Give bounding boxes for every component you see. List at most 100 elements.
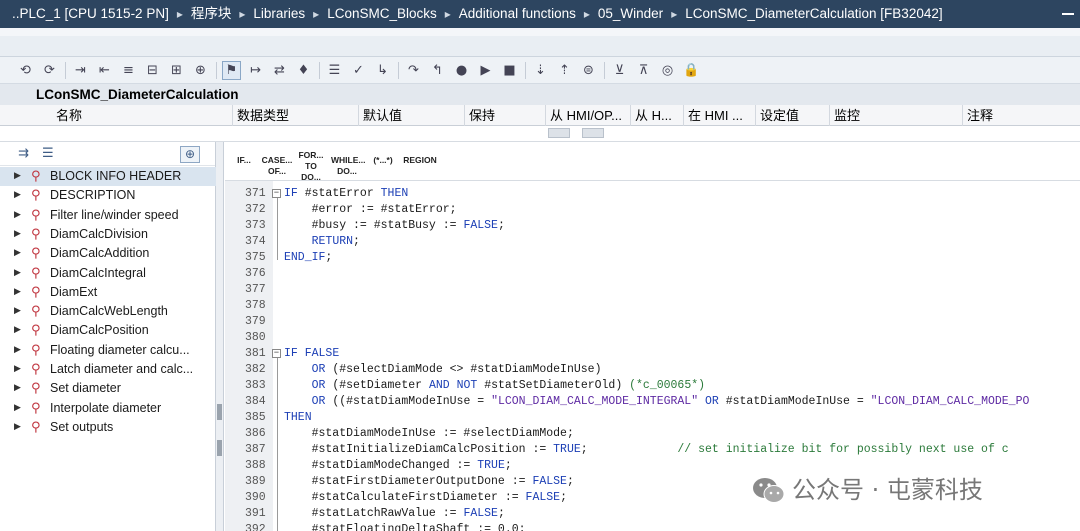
expand-arrow-icon[interactable]: ▶ [14,186,21,205]
col-name[interactable]: 名称 [36,105,232,126]
scroll-handle[interactable] [548,128,570,138]
insert-row-icon[interactable]: ⊞ [167,61,186,80]
expand-arrow-icon[interactable]: ▶ [14,321,21,340]
monitor-off-icon[interactable]: ⟲ [16,61,35,80]
expand-arrow-icon[interactable]: ▶ [14,244,21,263]
pane-splitter[interactable] [216,142,224,531]
expand-arrow-icon[interactable]: ▶ [14,167,21,186]
comment-button[interactable]: (*...*) [369,155,397,166]
goto-icon[interactable]: ↦ [246,61,265,80]
scroll-handle[interactable] [582,128,604,138]
breakpoint-icon[interactable]: ● [452,61,471,80]
expand-arrow-icon[interactable]: ▶ [14,399,21,418]
tree-item[interactable]: ▶ ⚲ DESCRIPTION [0,186,216,205]
collapse-all-icon[interactable]: ☰ [42,146,54,161]
step-over-icon[interactable]: ↷ [404,61,423,80]
col-in-hmi[interactable]: 在 HMI ... [683,105,755,126]
code-line[interactable]: 384 OR ((#statDiamModeInUse = "LCON_DIAM… [225,394,1080,410]
fold-toggle-icon[interactable]: − [272,349,281,358]
insert-network-icon[interactable]: ⇥ [71,61,90,80]
list-icon[interactable]: ☰ [325,61,344,80]
code-line[interactable]: 381− IF FALSE [225,346,1080,362]
expand-arrow-icon[interactable]: ▶ [14,225,21,244]
splitter-grip[interactable] [217,440,222,456]
minimize-icon[interactable] [1062,13,1074,15]
col-retain[interactable]: 保持 [464,105,545,126]
expand-arrow-icon[interactable]: ▶ [14,264,21,283]
tree-item[interactable]: ▶ ⚲ DiamCalcAddition [0,244,216,263]
expand-arrow-icon[interactable]: ▶ [14,360,21,379]
col-default[interactable]: 默认值 [358,105,464,126]
tree-item[interactable]: ▶ ⚲ DiamCalcDivision [0,225,216,244]
tree-item[interactable]: ▶ ⚲ Latch diameter and calc... [0,360,216,379]
code-line[interactable]: 392 #statFloatingDeltaShaft := 0.0; [225,522,1080,531]
breadcrumb-item[interactable]: ..PLC_1 [CPU 1515-2 PN] [12,6,169,21]
pin-icon[interactable]: ⚑ [222,60,241,80]
col-comment[interactable]: 注释 [962,105,1080,126]
col-setpoint[interactable]: 设定值 [755,105,829,126]
breadcrumb-item[interactable]: LConSMC_Blocks [327,6,437,21]
step-in-icon[interactable]: ↳ [373,61,392,80]
prev-bookmark-icon[interactable]: ⇡ [555,61,574,80]
while-button[interactable]: WHILE... DO... [331,155,365,177]
code-line[interactable]: 379 [225,314,1080,330]
code-line[interactable]: 374 RETURN; [225,234,1080,250]
sync-icon[interactable]: ⊕ [180,146,200,163]
expand-icon[interactable]: ⊻ [610,61,629,80]
expand-arrow-icon[interactable]: ▶ [14,206,21,225]
col-monitor[interactable]: 监控 [829,105,962,126]
tree-item[interactable]: ▶ ⚲ DiamCalcIntegral [0,264,216,283]
code-line[interactable]: 377 [225,282,1080,298]
next-bookmark-icon[interactable]: ⇣ [531,61,550,80]
tree-item[interactable]: ▶ ⚲ DiamCalcWebLength [0,302,216,321]
tree-item[interactable]: ▶ ⚲ Set diameter [0,379,216,398]
tree-item[interactable]: ▶ ⚲ Interpolate diameter [0,399,216,418]
code-line[interactable]: 382 OR (#selectDiamMode <> #statDiamMode… [225,362,1080,378]
watch-icon[interactable]: ◎ [658,61,677,80]
continue-icon[interactable]: ▶ [476,61,495,80]
code-line[interactable]: 386 #statDiamModeInUse := #selectDiamMod… [225,426,1080,442]
add-row-icon[interactable]: ⊕ [191,61,210,80]
code-line[interactable]: 372 #error := #statError; [225,202,1080,218]
expand-arrow-icon[interactable]: ▶ [14,379,21,398]
fold-toggle-icon[interactable]: − [272,189,281,198]
tree-item[interactable]: ▶ ⚲ Set outputs [0,418,216,437]
lock-icon[interactable]: 🔒 [682,61,701,80]
expand-arrow-icon[interactable]: ▶ [14,302,21,321]
breadcrumb-item[interactable]: 05_Winder [598,6,663,21]
expand-arrow-icon[interactable]: ▶ [14,418,21,437]
code-line[interactable]: 385 THEN [225,410,1080,426]
compare-icon[interactable]: ⊜ [579,61,598,80]
breadcrumb-item[interactable]: LConSMC_DiameterCalculation [FB32042] [685,6,942,21]
for-button[interactable]: FOR... TO DO... [297,150,325,183]
code-line[interactable]: 378 [225,298,1080,314]
tree-item[interactable]: ▶ ⚲ Filter line/winder speed [0,206,216,225]
tree-item[interactable]: ▶ ⚲ DiamExt [0,283,216,302]
code-line[interactable]: 383 OR (#setDiameter AND NOT #statSetDia… [225,378,1080,394]
collapse-icon[interactable]: ⊼ [634,61,653,80]
breadcrumb-item[interactable]: 程序块 [191,6,232,21]
check-icon[interactable]: ✓ [349,61,368,80]
stop-icon[interactable]: ■ [500,61,519,80]
monitor-on-icon[interactable]: ⟳ [40,61,59,80]
expand-arrow-icon[interactable]: ▶ [14,283,21,302]
delete-network-icon[interactable]: ⇤ [95,61,114,80]
col-from-h[interactable]: 从 H... [630,105,683,126]
tree-item[interactable]: ▶ ⚲ BLOCK INFO HEADER [0,167,216,186]
toggle-icon[interactable]: ⇄ [270,61,289,80]
splitter-grip[interactable] [217,404,222,420]
code-line[interactable]: 373 #busy := #statBusy := FALSE; [225,218,1080,234]
col-from-hmi[interactable]: 从 HMI/OP... [545,105,630,126]
breadcrumb-item[interactable]: Libraries [253,6,305,21]
tree-item[interactable]: ▶ ⚲ Floating diameter calcu... [0,341,216,360]
code-line[interactable]: 371− IF #statError THEN [225,186,1080,202]
expand-arrow-icon[interactable]: ▶ [14,341,21,360]
expand-all-icon[interactable]: ⇉ [18,146,29,161]
tree-item[interactable]: ▶ ⚲ DiamCalcPosition [0,321,216,340]
code-line[interactable]: 376 [225,266,1080,282]
indent-icon[interactable]: ≡ [119,61,138,80]
code-line[interactable]: 375 END_IF; [225,250,1080,266]
col-datatype[interactable]: 数据类型 [232,105,358,126]
region-button[interactable]: REGION [403,155,437,166]
if-button[interactable]: IF... [234,155,254,166]
